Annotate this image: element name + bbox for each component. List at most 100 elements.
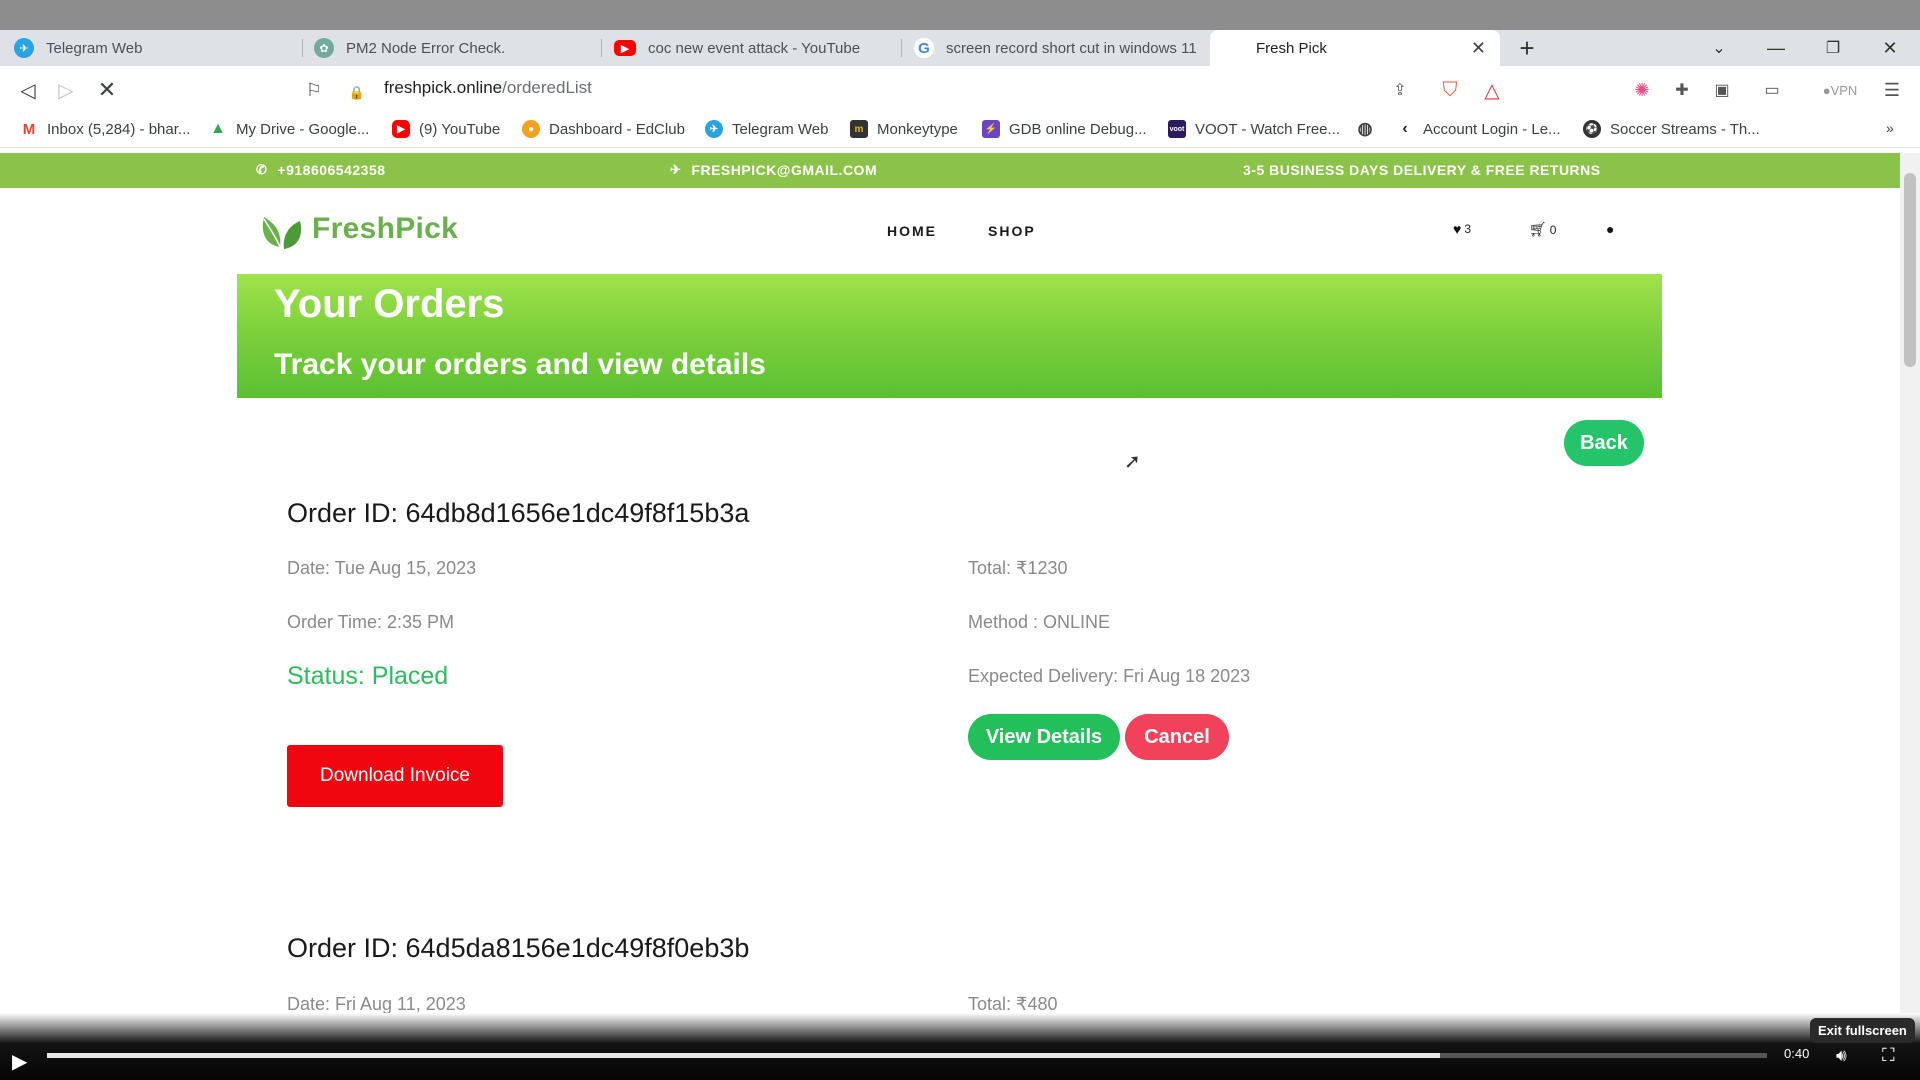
page-icon: [1224, 38, 1244, 58]
close-window-button[interactable]: ✕: [1870, 30, 1910, 66]
voot-icon: voot: [1168, 120, 1186, 138]
payment-method: Method : ONLINE: [968, 612, 1111, 632]
tab-freshpick[interactable]: Fresh Pick ✕: [1210, 30, 1500, 66]
soccer-icon: ⚽: [1583, 120, 1601, 138]
bookmark-telegram[interactable]: ✈ Telegram Web: [705, 120, 828, 138]
order-total: Total: ₹1230: [968, 558, 1068, 578]
telegram-icon: ✈: [705, 120, 723, 138]
lock-icon[interactable]: 🔒: [349, 79, 365, 107]
url-path: /orderedList: [502, 78, 592, 97]
bookmark-gdb[interactable]: ⚡ GDB online Debug...: [982, 120, 1147, 138]
bookmark-label: Account Login - Le...: [1423, 120, 1561, 138]
bookmark-label: Inbox (5,284) - bhar...: [47, 120, 191, 138]
menu-icon[interactable]: ☰: [1880, 78, 1904, 102]
brand-name: FreshPick: [312, 212, 459, 245]
color-extension-icon[interactable]: ✺: [1630, 78, 1654, 102]
stop-loading-icon[interactable]: ✕: [93, 76, 121, 104]
email-text: FRESHPICK@GMAIL.COM: [691, 162, 878, 178]
globe-icon: ◍: [1356, 119, 1374, 138]
tab-google[interactable]: G screen record short cut in windows 11: [900, 30, 1200, 66]
nav-home[interactable]: HOME: [887, 223, 937, 239]
paper-plane-icon: ✈: [670, 162, 682, 177]
order-date: Date: Tue Aug 15, 2023: [287, 558, 477, 578]
gmail-icon: M: [20, 120, 38, 138]
wallet-icon[interactable]: ▭: [1760, 78, 1784, 102]
view-details-button[interactable]: View Details: [968, 714, 1120, 760]
chatgpt-icon: ✿: [314, 38, 334, 58]
bookmark-leetcode[interactable]: ‹ Account Login - Le...: [1396, 120, 1561, 138]
sidebar-icon[interactable]: ▣: [1710, 78, 1734, 102]
expected-delivery: Expected Delivery: Fri Aug 18 2023: [968, 666, 1251, 686]
volume-icon[interactable]: 🔊︎: [1836, 1046, 1847, 1066]
new-tab-button[interactable]: +: [1507, 30, 1547, 66]
fullscreen-icon[interactable]: ⛶: [1882, 1045, 1895, 1066]
order-time: Order Time: 2:35 PM: [287, 612, 455, 632]
order-status: Status: Placed: [287, 662, 449, 690]
restore-button[interactable]: ❐: [1813, 30, 1853, 66]
extensions-puzzle-icon[interactable]: ✚: [1670, 78, 1694, 102]
back-button[interactable]: Back: [1564, 420, 1644, 466]
tab-pm2[interactable]: ✿ PM2 Node Error Check.: [300, 30, 600, 66]
order-id: Order ID: 64d5da8156e1dc49f8f0eb3b: [287, 933, 750, 963]
order-id: Order ID: 64db8d1656e1dc49f8f15b3a: [287, 498, 750, 528]
brave-shields-icon[interactable]: ⛉: [1438, 78, 1462, 102]
bookmark-edclub[interactable]: ● Dashboard - EdClub: [522, 120, 685, 138]
drive-icon: ▲: [209, 120, 227, 138]
bookmark-soccer[interactable]: ⚽ Soccer Streams - Th...: [1583, 120, 1760, 138]
edclub-icon: ●: [522, 120, 540, 138]
order-card: Order ID: 64db8d1656e1dc49f8f15b3a Date:…: [287, 498, 1687, 818]
bookmark-gmail[interactable]: M Inbox (5,284) - bhar...: [20, 120, 190, 138]
page-scrollbar[interactable]: [1900, 153, 1920, 1013]
cart-icon: 🛒︎: [1529, 221, 1547, 237]
bookmark-label: Monkeytype: [877, 120, 958, 138]
scrollbar-thumb[interactable]: [1904, 173, 1916, 367]
back-arrow-icon[interactable]: ◁: [14, 76, 42, 104]
order-date: Date: Fri Aug 11, 2023: [287, 994, 466, 1013]
telegram-icon: ✈: [14, 38, 34, 58]
close-tab-icon[interactable]: ✕: [1471, 38, 1486, 59]
mouse-cursor-icon: ➚: [1124, 451, 1141, 473]
minimize-button[interactable]: —: [1756, 30, 1796, 66]
more-bookmarks-icon[interactable]: »: [1886, 120, 1894, 136]
download-invoice-button[interactable]: Download Invoice: [287, 745, 503, 807]
exit-fullscreen-button[interactable]: Exit fullscreen: [1810, 1018, 1915, 1043]
user-icon: ●: [1606, 221, 1615, 237]
nav-shop[interactable]: SHOP: [988, 223, 1036, 239]
order-card: Order ID: 64d5da8156e1dc49f8f0eb3b Date:…: [287, 933, 1687, 1013]
url-domain: freshpick.online: [384, 78, 503, 97]
gdb-icon: ⚡: [982, 120, 1000, 138]
bookmark-icon[interactable]: ⚐: [300, 76, 328, 104]
phone-text: +918606542358: [277, 162, 386, 178]
top-info-bar: ✆ +918606542358 ✈ FRESHPICK@GMAIL.COM 3-5 …: [0, 153, 1900, 188]
web-page: ✆ +918606542358 ✈ FRESHPICK@GMAIL.COM 3-5 …: [0, 153, 1900, 1013]
google-icon: G: [914, 38, 934, 58]
bookmark-youtube[interactable]: ▶ (9) YouTube: [392, 120, 500, 138]
bookmark-drive[interactable]: ▲ My Drive - Google...: [209, 120, 369, 138]
url-field[interactable]: freshpick.online/orderedList: [384, 78, 592, 98]
playback-time: 0:40: [1784, 1046, 1810, 1061]
tab-telegram[interactable]: ✈ Telegram Web: [0, 30, 300, 66]
tab-youtube[interactable]: ▶ coc new event attack - YouTube: [600, 30, 900, 66]
share-icon[interactable]: ⇪: [1388, 78, 1412, 102]
tab-label: Telegram Web: [46, 39, 143, 57]
vpn-button[interactable]: ● VPN: [1815, 78, 1865, 102]
forward-arrow-icon[interactable]: ▷: [52, 76, 80, 104]
play-icon[interactable]: ▶: [12, 1049, 27, 1074]
page-subtitle: Track your orders and view details: [274, 348, 766, 381]
bookmarks-bar: M Inbox (5,284) - bhar... ▲ My Drive - Goo…: [0, 114, 1920, 148]
seek-bar[interactable]: [47, 1053, 1767, 1058]
cart-button[interactable]: 🛒︎ 0: [1529, 221, 1556, 238]
cancel-order-button[interactable]: Cancel: [1125, 714, 1229, 760]
tab-search-icon[interactable]: ⌄: [1699, 30, 1739, 66]
bookmark-label: Telegram Web: [732, 120, 829, 138]
bookmark-globe[interactable]: ◍: [1356, 119, 1383, 138]
bookmark-label: VOOT - Watch Free...: [1195, 120, 1341, 138]
bookmark-voot[interactable]: voot VOOT - Watch Free...: [1168, 120, 1340, 138]
bookmark-monkeytype[interactable]: m Monkeytype: [850, 120, 958, 138]
user-account-button[interactable]: ●: [1606, 221, 1614, 237]
site-logo[interactable]: FreshPick: [258, 207, 458, 251]
brave-rewards-icon[interactable]: △: [1480, 78, 1504, 102]
wishlist-button[interactable]: ♥ 3: [1453, 221, 1471, 237]
youtube-icon: ▶: [614, 40, 636, 56]
orders-banner: Your Orders Track your orders and view d…: [237, 274, 1662, 398]
